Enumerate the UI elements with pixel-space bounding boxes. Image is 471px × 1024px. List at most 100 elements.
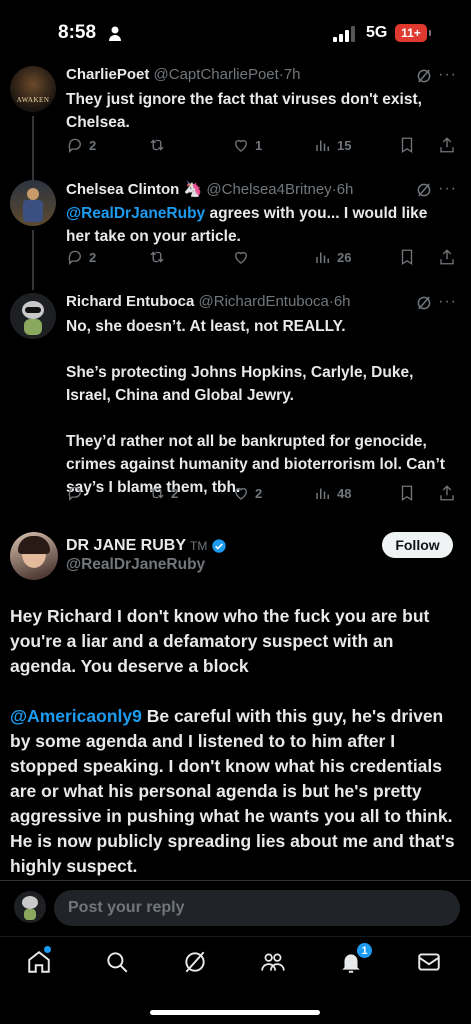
- main-avatar[interactable]: [10, 532, 58, 580]
- home-new-dot: [44, 946, 51, 953]
- share-icon: [440, 249, 454, 265]
- share-icon: [440, 137, 454, 153]
- reply-tweet-2[interactable]: Chelsea Clinton 🦄 @Chelsea4Britney·6h ··…: [0, 180, 471, 290]
- like-button[interactable]: 2: [232, 484, 262, 502]
- reply-input[interactable]: Post your reply: [54, 890, 460, 926]
- heart-icon: [235, 139, 247, 152]
- repost-button[interactable]: [148, 248, 171, 266]
- more-icon[interactable]: ···: [438, 293, 457, 311]
- tweet-header: Chelsea Clinton 🦄 @Chelsea4Britney·6h: [66, 181, 354, 198]
- reply-button[interactable]: 2: [66, 136, 96, 154]
- share-button[interactable]: [438, 484, 456, 502]
- main-paragraph-1: Hey Richard I don't know who the fuck yo…: [10, 606, 430, 676]
- author-name[interactable]: Richard Entuboca: [66, 293, 194, 310]
- grok-icon[interactable]: [415, 294, 433, 312]
- views-button[interactable]: 48: [314, 484, 351, 502]
- signal-icon: [333, 26, 355, 42]
- battery-indicator: 11+: [395, 24, 431, 42]
- views-button[interactable]: 26: [314, 248, 351, 266]
- share-button[interactable]: [438, 136, 456, 154]
- post-time: 6h: [336, 181, 354, 198]
- reply-icon: [68, 486, 81, 502]
- status-bar: 8:58 5G 11+: [0, 0, 471, 66]
- heart-icon: [235, 251, 247, 264]
- views-button[interactable]: 15: [314, 136, 351, 154]
- bookmark-icon: [401, 485, 413, 502]
- user-avatar[interactable]: [14, 891, 46, 923]
- reply-button[interactable]: 2: [66, 248, 96, 266]
- share-icon: [440, 485, 454, 501]
- author-handle[interactable]: @Chelsea4Britney: [206, 181, 331, 198]
- grok-icon: [185, 951, 205, 973]
- like-button[interactable]: [232, 248, 255, 266]
- tweet-header: Richard Entuboca @RichardEntuboca·6h: [66, 293, 351, 310]
- reply-icon: [68, 250, 81, 266]
- author-name[interactable]: Chelsea Clinton: [66, 181, 179, 198]
- trademark-suffix: TM: [190, 539, 208, 553]
- main-author-name[interactable]: DR JANE RUBY TM: [66, 537, 227, 555]
- reply-icon: [68, 138, 81, 154]
- mention-link[interactable]: @Americaonly9: [10, 706, 142, 726]
- communities-icon: [261, 953, 285, 971]
- repost-icon: [150, 251, 164, 263]
- network-label: 5G: [366, 24, 388, 41]
- bookmark-button[interactable]: [398, 136, 416, 154]
- tab-messages[interactable]: [416, 949, 444, 977]
- repost-button[interactable]: 2: [148, 484, 178, 502]
- tab-home[interactable]: [26, 949, 54, 977]
- avatar-label: AWAKEN: [16, 96, 50, 104]
- avatar[interactable]: [10, 180, 56, 226]
- reply-tweet-3[interactable]: Richard Entuboca @RichardEntuboca·6h ···…: [0, 293, 471, 518]
- search-icon: [107, 952, 128, 973]
- reply-bar: Post your reply: [0, 880, 471, 936]
- views-icon: [316, 488, 329, 499]
- person-icon: [109, 26, 121, 41]
- tab-grok[interactable]: [182, 949, 210, 977]
- avatar[interactable]: AWAKEN: [10, 66, 56, 112]
- tweet-header: CharliePoet @CaptCharliePoet·7h: [66, 66, 301, 83]
- share-button[interactable]: [438, 248, 456, 266]
- grok-icon[interactable]: [415, 67, 433, 85]
- repost-icon: [150, 487, 164, 499]
- tweet-paragraph: No, she doesn’t. At least, not REALLY.: [66, 318, 346, 335]
- thread-line: [32, 230, 34, 290]
- repost-button[interactable]: [148, 136, 171, 154]
- tweet-paragraph: She’s protecting Johns Hopkins, Carlyle,…: [66, 364, 414, 404]
- heart-icon: [235, 487, 247, 500]
- verified-badge-icon: [212, 539, 227, 553]
- tab-search[interactable]: [104, 949, 132, 977]
- bookmark-button[interactable]: [398, 248, 416, 266]
- tweet-actions: 2 1 15: [66, 136, 456, 156]
- status-time: 8:58: [58, 22, 97, 43]
- mention-link[interactable]: @RealDrJaneRuby: [66, 205, 205, 222]
- bookmark-icon: [401, 137, 413, 154]
- follow-button[interactable]: Follow: [382, 532, 453, 558]
- tweet-text: They just ignore the fact that viruses d…: [66, 91, 422, 131]
- reply-tweet-1[interactable]: AWAKEN CharliePoet @CaptCharliePoet·7h ·…: [0, 66, 471, 182]
- home-indicator[interactable]: [150, 1010, 320, 1015]
- more-icon[interactable]: ···: [438, 66, 457, 84]
- views-icon: [316, 140, 329, 151]
- views-icon: [316, 252, 329, 263]
- tweet-actions: 2 26: [66, 248, 456, 268]
- reply-button[interactable]: [66, 484, 89, 502]
- author-handle[interactable]: @CaptCharliePoet: [154, 66, 279, 83]
- post-time: 6h: [333, 293, 351, 310]
- tab-communities[interactable]: [260, 949, 288, 977]
- main-tweet-text: Hey Richard I don't know who the fuck yo…: [10, 604, 460, 879]
- like-button[interactable]: 1: [232, 136, 262, 154]
- post-time: 7h: [283, 66, 301, 83]
- bookmark-button[interactable]: [398, 484, 416, 502]
- author-name[interactable]: CharliePoet: [66, 66, 149, 83]
- notification-badge: 1: [356, 942, 373, 959]
- author-handle[interactable]: @RichardEntuboca: [199, 293, 329, 310]
- thread-line: [32, 116, 34, 182]
- more-icon[interactable]: ···: [438, 180, 457, 198]
- grok-icon[interactable]: [415, 181, 433, 199]
- tweet-actions: 2 2 48: [66, 484, 456, 504]
- messages-icon: [418, 953, 440, 971]
- repost-icon: [150, 139, 164, 151]
- main-author-handle[interactable]: @RealDrJaneRuby: [66, 556, 205, 574]
- unicorn-emoji: 🦄: [183, 181, 203, 198]
- avatar[interactable]: [10, 293, 56, 339]
